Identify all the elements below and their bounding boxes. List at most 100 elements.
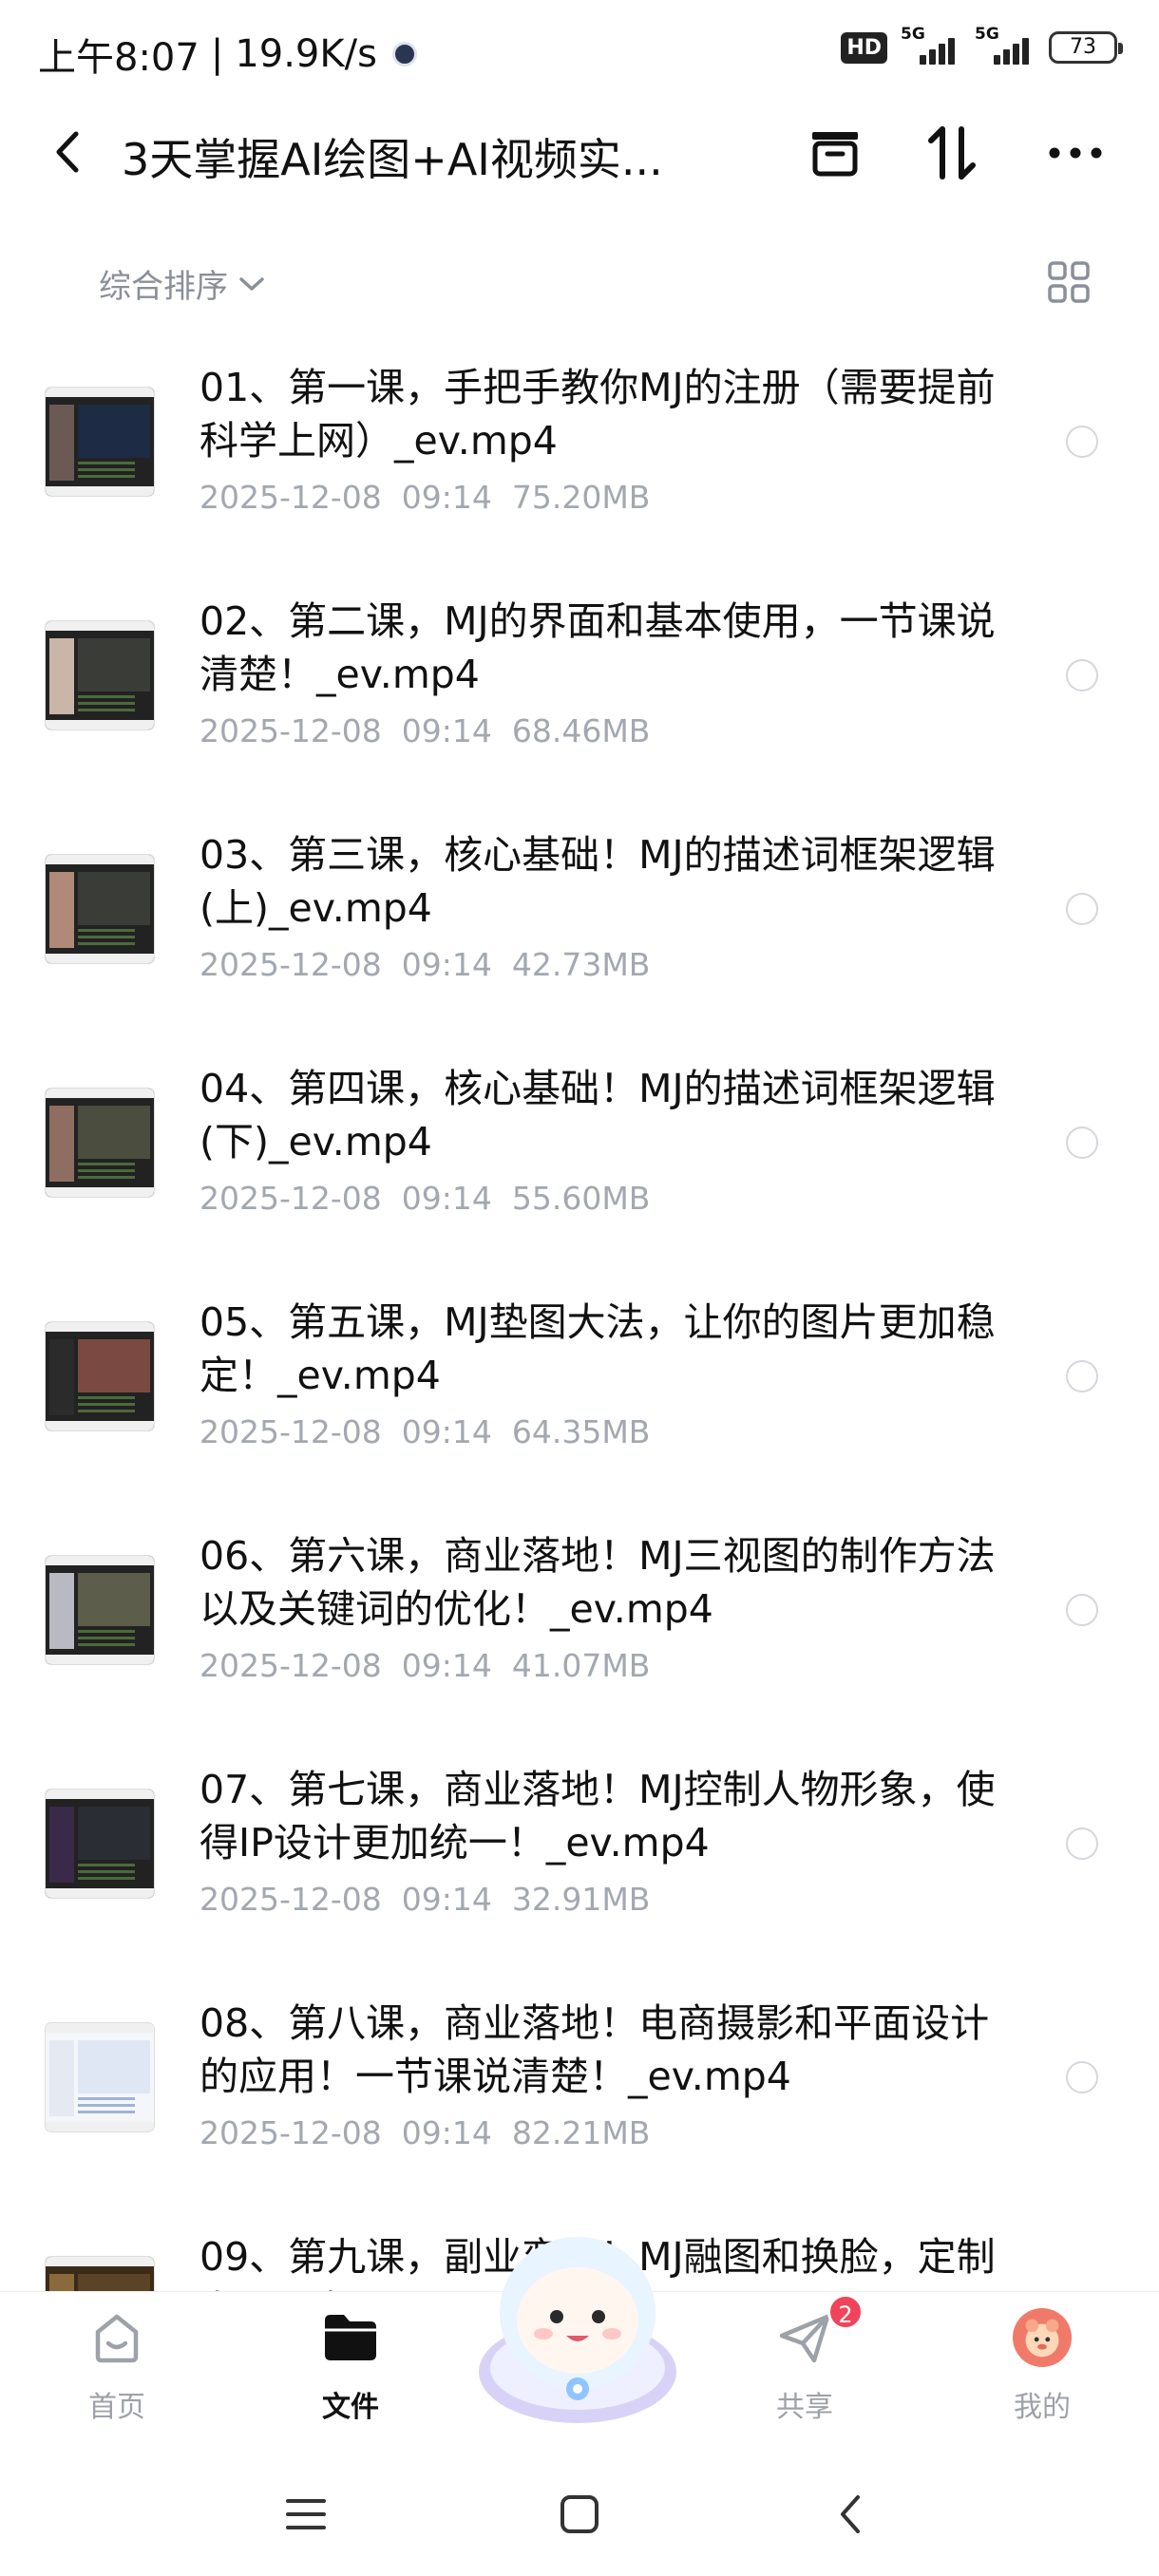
file-meta: 2025-12-08 09:14 75.20MB [200, 479, 650, 516]
chevron-down-icon [239, 276, 264, 291]
video-thumbnail [46, 1790, 154, 1898]
system-back-button[interactable] [813, 2481, 889, 2548]
file-time: 09:14 [401, 1413, 492, 1450]
status-separator: | [210, 32, 224, 76]
file-date: 2025-12-08 [200, 2114, 382, 2151]
file-name: 01、第一课，手把手教你MJ的注册（需要提前科学上网）_ev.mp4 [200, 365, 996, 464]
nav-share[interactable]: 2 共享 [733, 2294, 876, 2440]
nav-mine[interactable]: 我的 [971, 2307, 1113, 2440]
file-size: 55.60MB [511, 1180, 651, 1217]
file-size: 75.20MB [511, 479, 651, 516]
notification-app-icon [391, 42, 417, 66]
share-badge: 2 [827, 2294, 864, 2330]
more-dots-icon [1049, 147, 1102, 159]
file-list-item[interactable]: 01、第一课，手把手教你MJ的注册（需要提前科学上网）_ev.mp4 2025-… [0, 334, 1159, 568]
file-meta: 2025-12-08 09:14 55.60MB [200, 1180, 650, 1217]
status-net-speed: 19.9K/s [235, 32, 377, 76]
file-name: 08、第八课，商业落地！电商摄影和平面设计的应用！一节课说清楚！_ev.mp4 [200, 2000, 990, 2099]
file-size: 64.35MB [511, 1413, 651, 1450]
file-list-item[interactable]: 04、第四课，核心基础！MJ的描述词框架逻辑(下)_ev.mp4 2025-12… [0, 1035, 1159, 1269]
bottom-nav: 首页 文件 2 共享 我的 [0, 2237, 1159, 2453]
file-size: 82.21MB [511, 2114, 651, 2151]
video-thumbnail [46, 855, 154, 963]
home-icon [86, 2307, 147, 2368]
file-name: 03、第三课，核心基础！MJ的描述词框架逻辑(上)_ev.mp4 [200, 832, 996, 931]
select-radio[interactable] [1066, 1594, 1098, 1626]
status-right: HD 5G 5G 73 [841, 25, 1123, 66]
mascot-icon [479, 2237, 676, 2423]
status-time: 上午8:07 [38, 36, 200, 80]
file-name: 02、第二课，MJ的界面和基本使用，一节课说清楚！_ev.mp4 [200, 598, 996, 697]
file-meta: 2025-12-08 09:14 68.46MB [200, 712, 650, 749]
file-date: 2025-12-08 [200, 479, 382, 516]
file-list-item[interactable]: 03、第三课，核心基础！MJ的描述词框架逻辑(上)_ev.mp4 2025-12… [0, 802, 1159, 1035]
menu-icon [286, 2499, 326, 2529]
home-nav-button[interactable] [542, 2481, 618, 2548]
file-list-item[interactable]: 07、第七课，商业落地！MJ控制人物形象，使得IP设计更加统一！_ev.mp4 … [0, 1736, 1159, 1970]
file-name: 06、第六课，商业落地！MJ三视图的制作方法以及关键词的优化！_ev.mp4 [200, 1533, 996, 1632]
chevron-left-icon [56, 131, 79, 173]
file-list-item[interactable]: 02、第二课，MJ的界面和基本使用，一节课说清楚！_ev.mp4 2025-12… [0, 568, 1159, 802]
file-name: 07、第七课，商业落地！MJ控制人物形象，使得IP设计更加统一！_ev.mp4 [200, 1767, 996, 1866]
sort-row: 综合排序 [0, 247, 1159, 323]
file-list-item[interactable]: 05、第五课，MJ垫图大法，让你的图片更加稳定！_ev.mp4 2025-12-… [0, 1269, 1159, 1503]
file-time: 09:14 [401, 1180, 492, 1217]
menu-button[interactable] [268, 2481, 344, 2548]
mascot-assistant-button[interactable] [471, 2229, 684, 2429]
video-thumbnail [46, 2023, 154, 2131]
nav-files[interactable]: 文件 [279, 2307, 422, 2440]
battery-icon: 73 [1049, 31, 1123, 64]
sort-order-button[interactable] [918, 120, 986, 186]
square-icon [560, 2495, 598, 2533]
signal-icon: 5G [901, 25, 961, 66]
file-time: 09:14 [401, 946, 492, 983]
file-name: 05、第五课，MJ垫图大法，让你的图片更加稳定！_ev.mp4 [200, 1299, 996, 1398]
file-meta: 2025-12-08 09:14 42.73MB [200, 946, 650, 983]
file-list-item[interactable]: 08、第八课，商业落地！电商摄影和平面设计的应用！一节课说清楚！_ev.mp4 … [0, 1970, 1159, 2204]
nav-files-label: 文件 [322, 2391, 379, 2424]
select-radio[interactable] [1066, 1828, 1098, 1860]
nav-home[interactable]: 首页 [46, 2307, 188, 2440]
file-date: 2025-12-08 [200, 1881, 382, 1918]
file-date: 2025-12-08 [200, 1413, 382, 1450]
file-list: 01、第一课，手把手教你MJ的注册（需要提前科学上网）_ev.mp4 2025-… [0, 334, 1159, 2291]
file-browser-screen: 上午8:07 | 19.9K/s HD 5G 5G 73 3天掌握AI绘图+AI… [0, 0, 1159, 2576]
file-time: 09:14 [401, 1881, 492, 1918]
file-size: 32.91MB [511, 1881, 651, 1918]
folder-icon [320, 2307, 381, 2368]
archive-icon [812, 132, 858, 177]
video-thumbnail [46, 2257, 154, 2291]
file-meta: 2025-12-08 09:14 64.35MB [200, 1413, 650, 1450]
status-left: 上午8:07 | 19.9K/s [38, 27, 417, 82]
select-radio[interactable] [1066, 893, 1098, 925]
file-meta: 2025-12-08 09:14 41.07MB [200, 1647, 650, 1684]
file-date: 2025-12-08 [200, 946, 382, 983]
nav-mine-label: 我的 [1014, 2391, 1071, 2424]
select-radio[interactable] [1066, 659, 1098, 691]
select-radio[interactable] [1066, 1360, 1098, 1392]
file-time: 09:14 [401, 2114, 492, 2151]
hd-icon: HD [841, 31, 887, 64]
more-options-button[interactable] [1041, 120, 1110, 186]
file-size: 42.73MB [511, 946, 651, 983]
archive-button[interactable] [801, 120, 869, 186]
sort-arrows-icon [928, 126, 976, 180]
grid-view-toggle[interactable] [1043, 256, 1094, 308]
select-radio[interactable] [1066, 1127, 1098, 1159]
avatar [1012, 2307, 1073, 2368]
file-date: 2025-12-08 [200, 1180, 382, 1217]
video-thumbnail [46, 1322, 154, 1430]
select-radio[interactable] [1066, 426, 1098, 458]
video-thumbnail [46, 1089, 154, 1197]
grid-view-icon [1048, 261, 1090, 303]
page-title: 3天掌握AI绘图+AI视频实... [122, 134, 663, 185]
file-meta: 2025-12-08 09:14 32.91MB [200, 1881, 650, 1918]
file-date: 2025-12-08 [200, 1647, 382, 1684]
sort-dropdown[interactable]: 综合排序 [99, 260, 266, 307]
select-radio[interactable] [1066, 2061, 1098, 2093]
file-list-item[interactable]: 06、第六课，商业落地！MJ三视图的制作方法以及关键词的优化！_ev.mp4 2… [0, 1503, 1159, 1736]
nav-share-label: 共享 [776, 2391, 833, 2424]
video-thumbnail [46, 621, 154, 729]
file-date: 2025-12-08 [200, 712, 382, 749]
back-button[interactable] [42, 123, 95, 180]
